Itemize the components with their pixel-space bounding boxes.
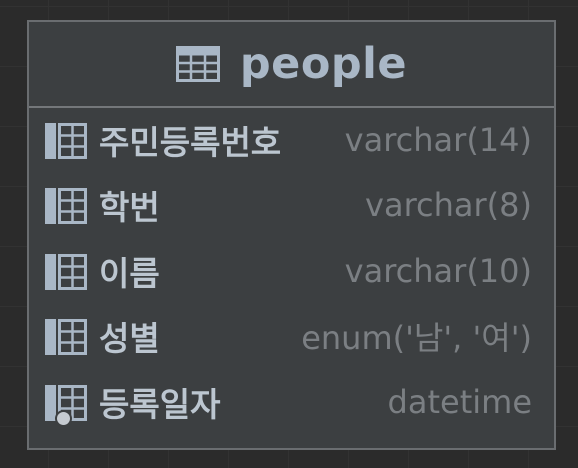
table-card-people[interactable]: people 주민등록번호 varchar(14) 학번 varchar(8) … bbox=[27, 20, 556, 450]
column-row[interactable]: 이름 varchar(10) bbox=[29, 239, 554, 305]
column-icon bbox=[45, 188, 87, 225]
column-icon bbox=[45, 122, 87, 159]
column-list: 주민등록번호 varchar(14) 학번 varchar(8) 이름 varc… bbox=[29, 108, 554, 436]
column-type: varchar(10) bbox=[344, 251, 532, 290]
column-name: 이름 bbox=[99, 253, 160, 293]
column-name: 학번 bbox=[99, 188, 160, 228]
table-icon bbox=[175, 46, 220, 82]
column-type: datetime bbox=[387, 382, 532, 421]
column-type: varchar(8) bbox=[365, 186, 532, 225]
nullable-dot-icon bbox=[55, 409, 72, 427]
column-name: 주민등록번호 bbox=[99, 122, 282, 162]
column-type: enum('남', '여') bbox=[301, 319, 532, 358]
column-type: varchar(14) bbox=[344, 120, 532, 159]
column-icon bbox=[45, 319, 87, 356]
column-name: 성별 bbox=[99, 319, 160, 359]
column-row[interactable]: 학번 varchar(8) bbox=[29, 174, 554, 240]
column-row[interactable]: 성별 enum('남', '여') bbox=[29, 305, 554, 371]
column-row[interactable]: 주민등록번호 varchar(14) bbox=[29, 108, 554, 174]
column-icon bbox=[45, 384, 87, 427]
column-name: 등록일자 bbox=[99, 384, 221, 424]
table-header[interactable]: people bbox=[29, 22, 554, 108]
column-icon bbox=[45, 253, 87, 290]
column-row[interactable]: 등록일자 datetime bbox=[29, 370, 554, 436]
table-name: people bbox=[239, 39, 408, 89]
